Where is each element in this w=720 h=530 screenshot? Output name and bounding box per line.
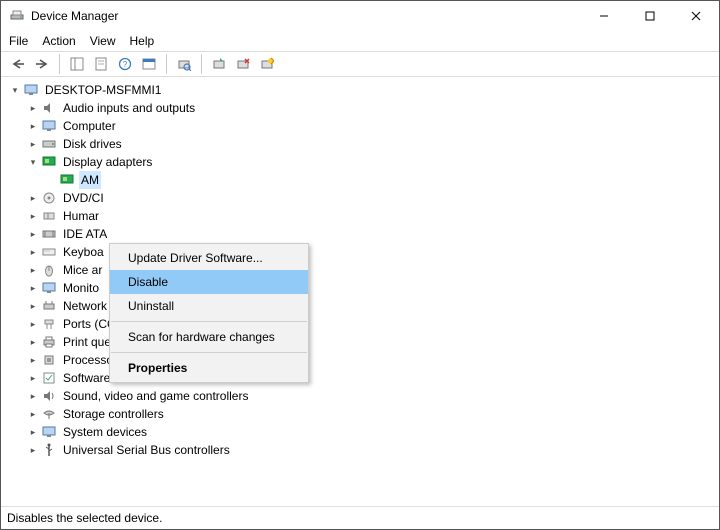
printer-icon [41, 334, 57, 350]
help-button[interactable]: ? [114, 53, 136, 75]
tree-device-selected[interactable]: ▸AM [5, 171, 715, 189]
show-hide-tree-button[interactable] [66, 53, 88, 75]
menu-item-update-driver[interactable]: Update Driver Software... [110, 246, 308, 270]
forward-button[interactable] [31, 53, 53, 75]
tree-category[interactable]: ▸IDE ATA [5, 225, 715, 243]
menu-bar: File Action View Help [1, 31, 719, 51]
tree-root[interactable]: ▾ DESKTOP-MSFMMI1 [5, 81, 715, 99]
tree-category[interactable]: ▸Audio inputs and outputs [5, 99, 715, 117]
close-button[interactable] [673, 1, 719, 31]
menu-view[interactable]: View [90, 34, 116, 48]
scan-hardware-button[interactable] [173, 53, 195, 75]
menu-separator [111, 321, 307, 322]
tree-content: ▾ DESKTOP-MSFMMI1 ▸Audio inputs and outp… [1, 77, 719, 507]
menu-item-disable[interactable]: Disable [110, 270, 308, 294]
back-button[interactable] [7, 53, 29, 75]
toolbar: ? [1, 51, 719, 77]
keyboard-icon [41, 244, 57, 260]
menu-action[interactable]: Action [42, 34, 75, 48]
menu-file[interactable]: File [9, 34, 28, 48]
menu-item-properties[interactable]: Properties [110, 356, 308, 380]
expand-icon[interactable]: ▸ [27, 135, 39, 153]
expand-icon[interactable]: ▸ [27, 387, 39, 405]
ports-icon [41, 316, 57, 332]
tree-category[interactable]: ▸Disk drives [5, 135, 715, 153]
software-icon [41, 370, 57, 386]
expand-icon[interactable]: ▸ [27, 207, 39, 225]
dvd-icon [41, 190, 57, 206]
tree-category[interactable]: ▸Computer [5, 117, 715, 135]
tree-category[interactable]: ▸System devices [5, 423, 715, 441]
context-menu: Update Driver Software... Disable Uninst… [109, 243, 309, 383]
system-icon [41, 424, 57, 440]
ide-icon [41, 226, 57, 242]
expand-icon[interactable]: ▸ [27, 333, 39, 351]
status-text: Disables the selected device. [7, 511, 162, 525]
computer-icon [23, 82, 39, 98]
menu-item-uninstall[interactable]: Uninstall [110, 294, 308, 318]
toolbar-separator [201, 54, 202, 74]
title-bar: Device Manager [1, 1, 719, 31]
toolbar-button-a[interactable] [138, 53, 160, 75]
expand-icon[interactable]: ▸ [27, 405, 39, 423]
usb-icon [41, 442, 57, 458]
expand-icon[interactable]: ▸ [27, 225, 39, 243]
computer-icon [41, 118, 57, 134]
audio-icon [41, 100, 57, 116]
maximize-button[interactable] [627, 1, 673, 31]
mouse-icon [41, 262, 57, 278]
display-icon [59, 172, 75, 188]
expand-icon[interactable]: ▸ [27, 117, 39, 135]
disable-button[interactable] [256, 53, 278, 75]
expand-icon[interactable]: ▸ [27, 297, 39, 315]
tree-category[interactable]: ▸Universal Serial Bus controllers [5, 441, 715, 459]
tree-category[interactable]: ▸Sound, video and game controllers [5, 387, 715, 405]
status-bar: Disables the selected device. [1, 507, 719, 529]
expand-icon[interactable]: ▸ [27, 369, 39, 387]
toolbar-separator [166, 54, 167, 74]
menu-item-scan[interactable]: Scan for hardware changes [110, 325, 308, 349]
minimize-button[interactable] [581, 1, 627, 31]
window-title: Device Manager [31, 9, 581, 23]
tree-category[interactable]: ▸DVD/CI [5, 189, 715, 207]
monitor-icon [41, 280, 57, 296]
app-icon [9, 8, 25, 24]
svg-text:?: ? [123, 60, 128, 69]
network-icon [41, 298, 57, 314]
collapse-icon[interactable]: ▾ [9, 81, 21, 99]
expand-icon[interactable]: ▸ [27, 441, 39, 459]
expand-icon[interactable]: ▸ [27, 279, 39, 297]
device-manager-window: Device Manager File Action View Help ? ▾ [0, 0, 720, 530]
sound-icon [41, 388, 57, 404]
collapse-icon[interactable]: ▾ [27, 153, 39, 171]
cpu-icon [41, 352, 57, 368]
expand-icon[interactable]: ▸ [27, 315, 39, 333]
expand-icon[interactable]: ▸ [27, 189, 39, 207]
storage-icon [41, 406, 57, 422]
update-driver-button[interactable] [208, 53, 230, 75]
menu-separator [111, 352, 307, 353]
display-icon [41, 154, 57, 170]
expand-icon[interactable]: ▸ [27, 423, 39, 441]
tree-category-display[interactable]: ▾Display adapters [5, 153, 715, 171]
hid-icon [41, 208, 57, 224]
menu-help[interactable]: Help [130, 34, 155, 48]
expand-icon[interactable]: ▸ [27, 243, 39, 261]
uninstall-button[interactable] [232, 53, 254, 75]
expand-icon[interactable]: ▸ [27, 351, 39, 369]
expand-icon[interactable]: ▸ [27, 99, 39, 117]
expand-icon[interactable]: ▸ [27, 261, 39, 279]
disk-icon [41, 136, 57, 152]
properties-button[interactable] [90, 53, 112, 75]
tree-category[interactable]: ▸Humar [5, 207, 715, 225]
tree-category[interactable]: ▸Storage controllers [5, 405, 715, 423]
toolbar-separator [59, 54, 60, 74]
